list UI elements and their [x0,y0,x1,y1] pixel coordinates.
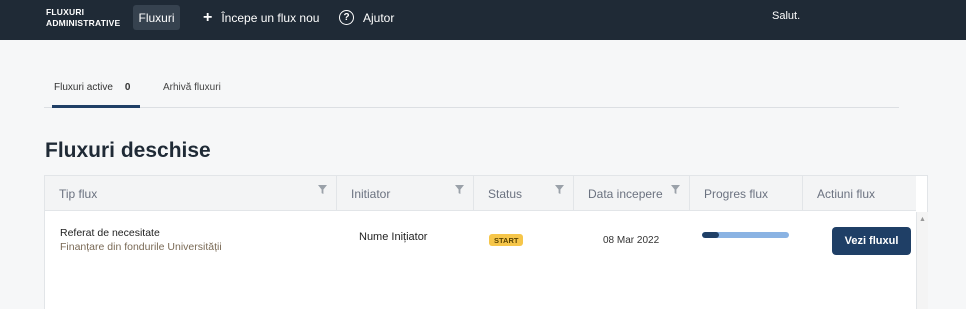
column-header-progress-label: Progres flux [704,186,769,201]
tab-active-flows-label: Fluxuri active [54,82,113,93]
question-circle-icon: ? [339,10,354,25]
column-header-start-date[interactable]: Data incepere [574,176,690,211]
filter-icon[interactable] [455,185,464,194]
nav-new-flow[interactable]: + Începe un flux nou [203,5,319,30]
column-header-type-label: Tip flux [59,186,98,201]
filter-icon[interactable] [555,185,564,194]
table-row: Referat de necesitate Finanțare din fond… [45,212,916,309]
top-navigation-bar: FLUXURI ADMINISTRATIVE Fluxuri + Începe … [0,0,966,40]
nav-fluxuri-label: Fluxuri [138,10,175,25]
page-title: Fluxuri deschise [45,139,211,162]
brand-line-2: ADMINISTRATIVE [46,18,121,28]
brand-line-1: FLUXURI [46,7,85,17]
tab-archive-flows[interactable]: Arhivă fluxuri [163,82,221,93]
column-header-actions-label: Actiuni flux [817,186,876,201]
flow-type-subtitle: Finanțare din fondurile Universității [60,241,222,253]
nav-fluxuri[interactable]: Fluxuri [133,5,180,30]
tab-active-flows[interactable]: Fluxuri active 0 [54,82,130,93]
column-header-status-label: Status [488,186,523,201]
nav-help[interactable]: ? Ajutor [339,5,394,30]
user-greeting[interactable]: Salut. [772,10,800,22]
column-header-type[interactable]: Tip flux [45,176,337,211]
filter-icon[interactable] [671,185,680,194]
flow-start-date: 08 Mar 2022 [603,235,660,246]
table-scrollbar[interactable]: ▲ [916,212,928,309]
active-tab-indicator [52,105,140,108]
column-header-initiator[interactable]: Initiator [337,176,474,211]
flow-initiator: Nume Inițiator [359,231,428,243]
flow-type-title: Referat de necesitate [60,227,160,239]
progress-bar [702,232,789,238]
flows-table: Tip flux Initiator Status Data incepere … [44,175,928,309]
nav-help-label: Ajutor [363,10,395,25]
column-header-status[interactable]: Status [474,176,574,211]
column-header-initiator-label: Initiator [351,186,391,201]
filter-icon[interactable] [318,185,327,194]
column-header-actions: Actiuni flux [803,176,916,211]
brand-logo[interactable]: FLUXURI ADMINISTRATIVE [46,7,120,29]
scroll-up-arrow-icon[interactable]: ▲ [919,216,926,223]
active-flows-count: 0 [124,82,131,93]
flow-tabs: Fluxuri active 0 Arhivă fluxuri [44,70,899,108]
column-header-start-date-label: Data incepere [588,186,663,201]
plus-icon: + [203,8,213,26]
progress-bar-fill [702,232,720,238]
table-header: Tip flux Initiator Status Data incepere … [45,176,916,211]
nav-new-flow-label: Începe un flux nou [221,10,320,25]
view-flow-button[interactable]: Vezi fluxul [832,227,911,255]
column-header-progress: Progres flux [690,176,803,211]
status-badge: START [489,234,524,246]
